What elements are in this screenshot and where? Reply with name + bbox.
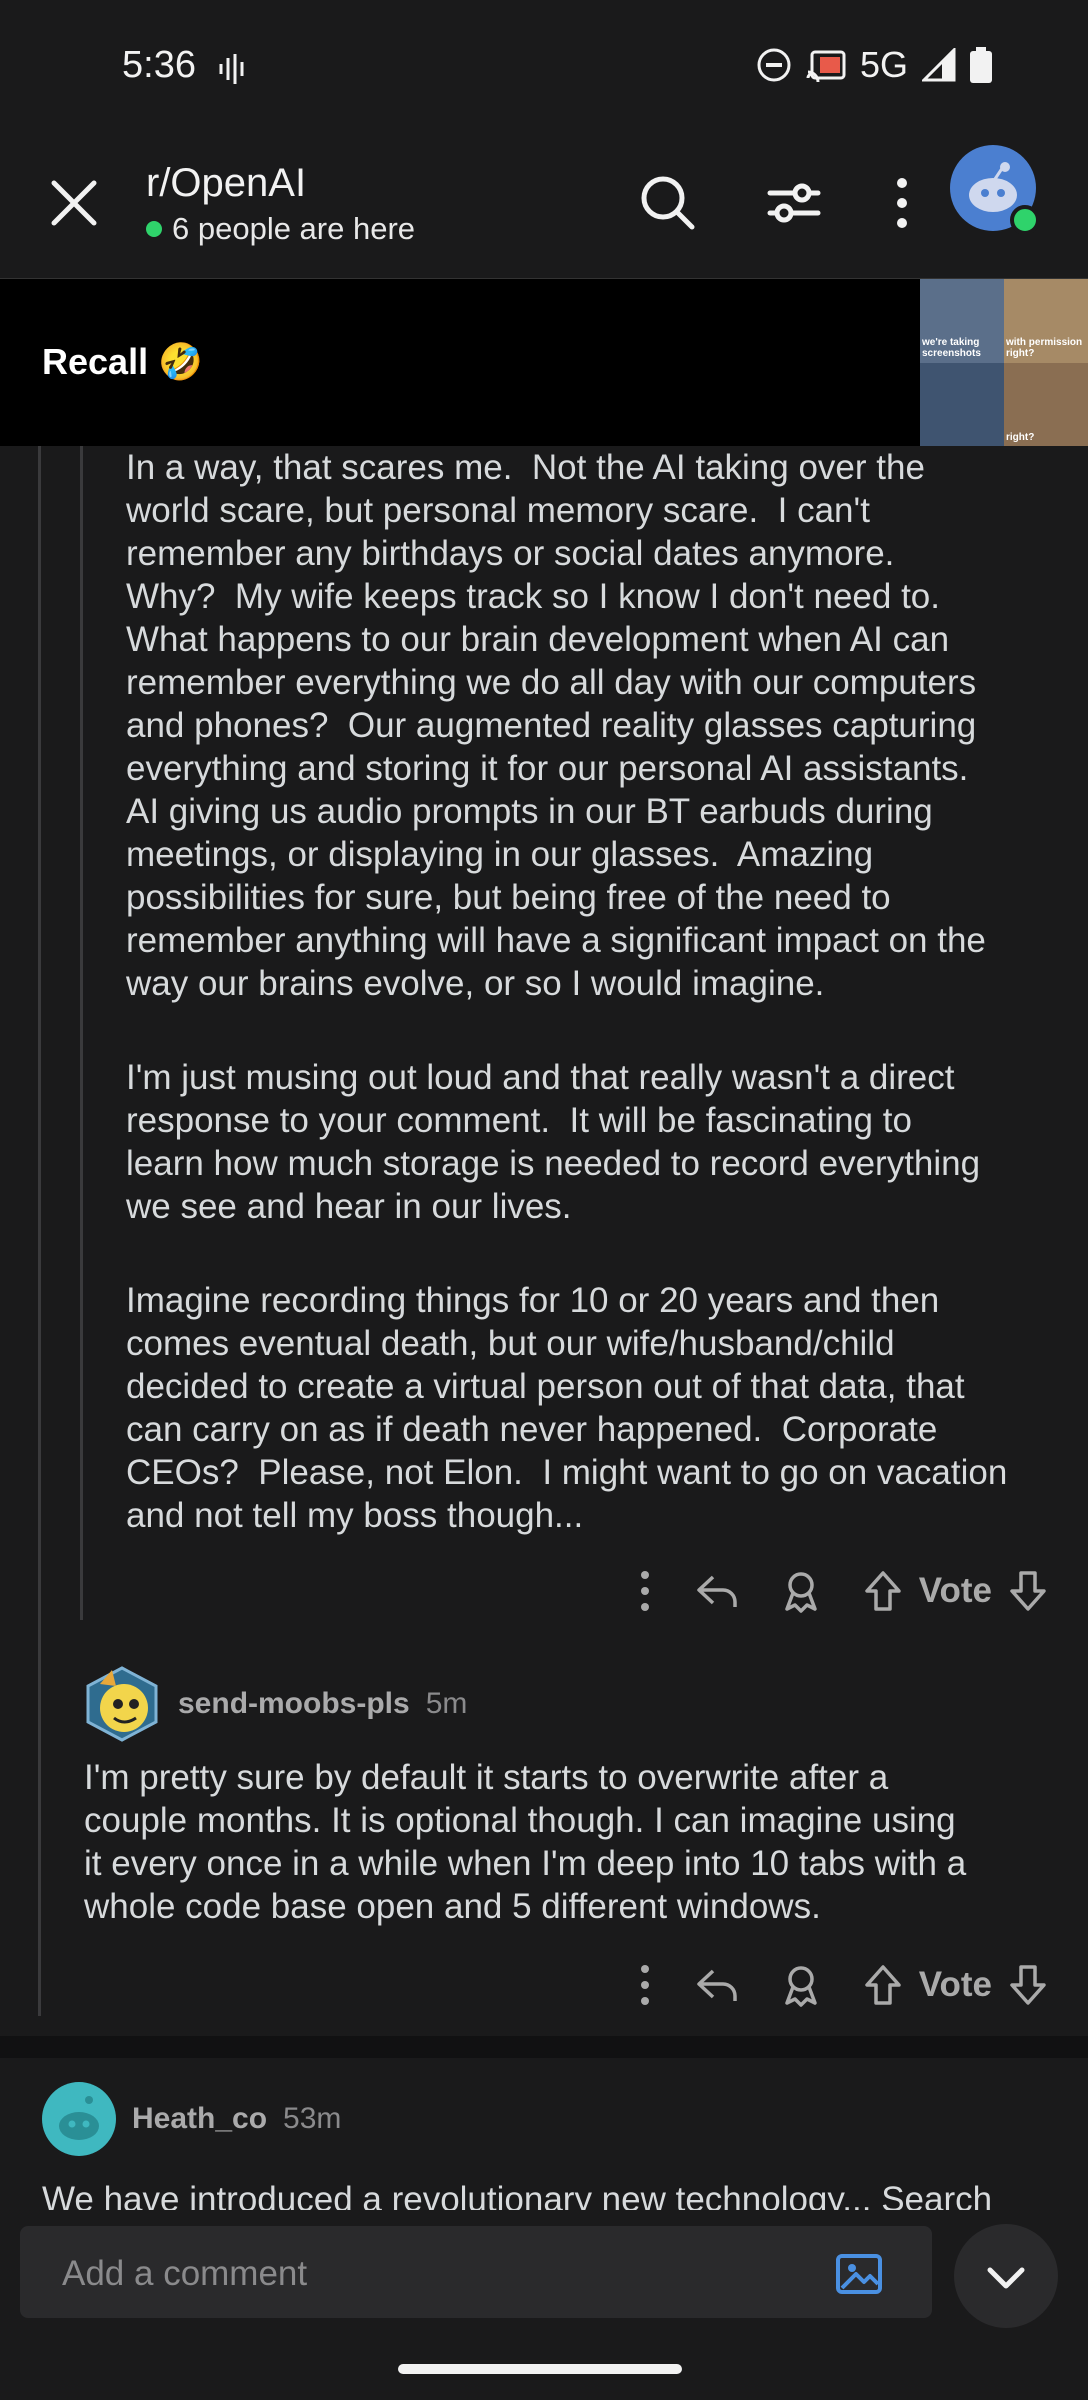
vibrate-icon — [219, 54, 244, 84]
top-bar: r/OpenAI 6 people are here — [0, 135, 1088, 277]
collapse-button[interactable] — [954, 2224, 1058, 2328]
image-upload-icon[interactable] — [834, 2248, 884, 2298]
thread-line[interactable] — [38, 446, 41, 2016]
post-title: Recall 🤣 — [42, 341, 203, 382]
chevron-down-icon — [987, 2267, 1025, 2289]
comment-body-paragraph: In a way, that scares me. Not the AI tak… — [126, 448, 986, 1003]
reply-icon[interactable] — [695, 1569, 739, 1613]
comment: Heath_co 53m We have introduced a revolu… — [0, 2058, 1088, 2228]
battery-icon — [970, 47, 992, 83]
award-icon[interactable] — [779, 1569, 823, 1613]
user-avatar[interactable] — [950, 145, 1040, 235]
comment-timestamp: 53m — [283, 2102, 342, 2135]
comment-actions: Vote — [635, 1556, 1048, 1626]
comment-body-paragraph: I'm just musing out loud and that really… — [126, 1058, 981, 1226]
downvote-icon[interactable] — [1008, 1963, 1048, 2007]
comment-separator — [0, 2036, 1088, 2058]
subreddit-name[interactable]: r/OpenAI — [146, 161, 306, 206]
close-icon[interactable] — [44, 173, 104, 233]
online-dot-icon — [146, 221, 162, 237]
upvote-icon[interactable] — [863, 1963, 903, 2007]
thumb-caption: with permission right? — [1006, 337, 1083, 359]
user-avatar-icon[interactable] — [42, 2082, 116, 2156]
status-icons: 5G — [756, 44, 992, 86]
avatar-online-dot — [1010, 205, 1040, 235]
comment-thread: In a way, that scares me. Not the AI tak… — [0, 446, 1088, 2036]
vote-count: Vote — [918, 1571, 992, 1610]
more-options-icon[interactable] — [635, 1963, 655, 2007]
comment-body-paragraph: Imagine recording things for 10 or 20 ye… — [126, 1281, 1008, 1535]
add-comment-placeholder: Add a comment — [62, 2254, 308, 2293]
post-thumbnail[interactable]: we're taking screenshots with permission… — [920, 279, 1088, 447]
award-icon[interactable] — [779, 1963, 823, 2007]
post-header-strip[interactable]: Recall 🤣 we're taking screenshots with p… — [0, 278, 1088, 447]
search-icon[interactable] — [636, 171, 700, 235]
reply-icon[interactable] — [695, 1963, 739, 2007]
home-indicator[interactable] — [398, 2364, 682, 2374]
more-options-icon[interactable] — [635, 1569, 655, 1613]
thumb-caption: right? — [1006, 432, 1035, 443]
filter-icon[interactable] — [762, 171, 826, 235]
comment-actions: Vote — [635, 1950, 1048, 2020]
comment-timestamp: 5m — [425, 1687, 468, 1720]
more-options-icon[interactable] — [870, 171, 934, 235]
comment-username[interactable]: send-moobs-pls — [178, 1687, 410, 1721]
comment-username[interactable]: Heath_co — [132, 2102, 267, 2136]
vote-group: Vote — [863, 1569, 1048, 1613]
signal-icon — [922, 48, 956, 82]
vote-count: Vote — [918, 1965, 992, 2004]
network-label: 5G — [859, 44, 908, 85]
comment-body: I'm pretty sure by default it starts to … — [84, 1758, 967, 1926]
downvote-icon[interactable] — [1008, 1569, 1048, 1613]
upvote-icon[interactable] — [863, 1569, 903, 1613]
presence-text: 6 people are here — [172, 211, 416, 246]
cast-icon — [806, 50, 846, 82]
add-comment-input[interactable]: Add a comment — [20, 2226, 932, 2318]
user-avatar-icon[interactable] — [82, 1664, 162, 1744]
thread-line[interactable] — [80, 446, 83, 1620]
status-time: 5:36 — [122, 44, 196, 86]
thumb-caption: we're taking screenshots — [922, 337, 981, 359]
presence-indicator: 6 people are here — [146, 211, 415, 247]
vote-group: Vote — [863, 1963, 1048, 2007]
comment-author-row: Heath_co 53m — [42, 2082, 341, 2156]
status-bar: 5:36 5G — [0, 0, 1088, 135]
comment-author-row: send-moobs-pls 5m — [82, 1664, 467, 1744]
dnd-icon — [757, 48, 791, 82]
